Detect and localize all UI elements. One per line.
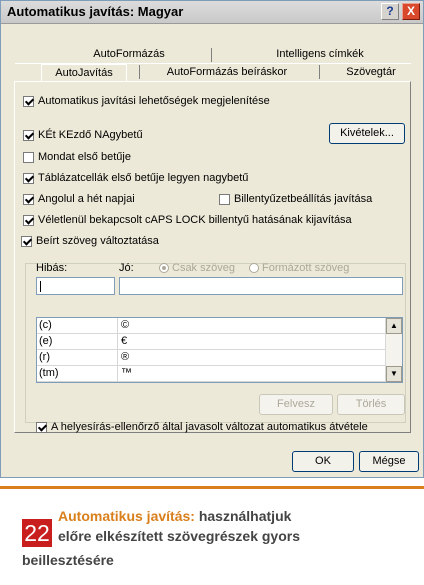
show-options-checkbox[interactable]: Automatikus javítási lehetőségek megjele…	[23, 95, 270, 107]
checkbox-label: Mondat első betűje	[38, 151, 131, 163]
checkbox-label: Véletlenül bekapcsolt cAPS LOCK billenty…	[38, 214, 352, 226]
caption-line-1: Automatikus javítás: használhatjuk	[58, 506, 291, 526]
exceptions-button[interactable]: Kivételek...	[329, 123, 405, 144]
caption-highlight: Automatikus javítás:	[58, 508, 195, 524]
tab-separator	[319, 65, 320, 79]
tab-separator	[211, 48, 212, 62]
checkbox-box[interactable]	[23, 151, 34, 163]
autocorrect-dialog: Automatikus javítás: Magyar ? X AutoForm…	[0, 0, 424, 478]
caps-lock-checkbox[interactable]: Véletlenül bekapcsolt cAPS LOCK billenty…	[23, 214, 352, 226]
tab-smart-tags[interactable]: Intelligens címkék	[235, 46, 405, 63]
radio-label: Csak szöveg	[172, 262, 235, 274]
list-item[interactable]: (r) ®	[37, 350, 402, 366]
checkbox-label: Beírt szöveg változtatása	[36, 235, 159, 247]
checkbox-label: Automatikus javítási lehetőségek megjele…	[38, 95, 270, 107]
tab-autoformat-as-you-type[interactable]: AutoFormázás beíráskor	[153, 64, 301, 81]
dialog-title: Automatikus javítás: Magyar	[7, 4, 184, 19]
checkbox-box[interactable]	[36, 421, 47, 433]
checkbox-box[interactable]	[21, 235, 32, 247]
close-button[interactable]: X	[402, 3, 420, 20]
cancel-button[interactable]: Mégse	[359, 451, 419, 472]
help-button[interactable]: ?	[381, 3, 399, 20]
keyboard-setting-checkbox[interactable]: Billentyűzetbeállítás javítása	[219, 193, 372, 205]
table-cells-checkbox[interactable]: Táblázatcellák első betűje legyen nagybe…	[23, 172, 248, 184]
close-icon: X	[406, 4, 415, 18]
right-label: Jó:	[119, 262, 134, 274]
checkbox-label: KÉt KEzdő NAgybetű	[38, 129, 143, 141]
checkbox-label: Angolul a hét napjai	[38, 193, 135, 205]
weekdays-checkbox[interactable]: Angolul a hét napjai	[23, 193, 135, 205]
checkbox-box[interactable]	[23, 129, 34, 141]
list-item-to: ®	[121, 351, 130, 363]
checkbox-box[interactable]	[219, 193, 230, 205]
caption-line-3: beillesztésére	[22, 552, 114, 568]
radio-dot[interactable]	[159, 263, 169, 273]
ok-button[interactable]: OK	[292, 451, 354, 472]
replace-text-checkbox[interactable]: Beírt szöveg változtatása	[21, 235, 162, 247]
delete-button[interactable]: Törlés	[337, 394, 405, 415]
list-item-from: (tm)	[39, 367, 59, 379]
spelling-suggestions-checkbox[interactable]: A helyesírás-ellenőrző által javasolt vá…	[36, 421, 368, 433]
replacement-list[interactable]: (c) © (e) € (r) ® (tm) ™ ▲ ▼	[36, 317, 403, 383]
list-item-from: (c)	[39, 319, 52, 331]
list-item-to: ™	[121, 367, 132, 379]
formatted-text-radio[interactable]: Formázott szöveg	[249, 262, 349, 274]
two-initial-caps-checkbox[interactable]: KÉt KEzdő NAgybetű	[23, 129, 143, 141]
column-divider	[117, 334, 118, 349]
caption-text: használhatjuk	[194, 508, 292, 524]
checkbox-box[interactable]	[23, 95, 34, 107]
column-divider	[117, 366, 118, 381]
checkbox-label: Billentyűzetbeállítás javítása	[234, 193, 373, 205]
radio-dot[interactable]	[249, 263, 259, 273]
list-item[interactable]: (e) €	[37, 334, 402, 350]
checkbox-label: A helyesírás-ellenőrző által javasolt vá…	[51, 421, 368, 433]
caption-line-2: előre elkészített szövegrészek gyors	[58, 528, 301, 544]
list-item[interactable]: (tm) ™	[37, 366, 402, 382]
list-item-to: ©	[121, 319, 130, 331]
checkbox-box[interactable]	[23, 193, 34, 205]
tab-autoformat[interactable]: AutoFormázás	[65, 46, 193, 63]
checkbox-box[interactable]	[23, 172, 34, 184]
list-item[interactable]: (c) ©	[37, 318, 402, 334]
scroll-down-icon[interactable]: ▼	[386, 366, 402, 382]
wrong-text-input[interactable]	[36, 277, 115, 295]
text-caret	[40, 281, 41, 292]
list-item-to: €	[121, 335, 128, 347]
scroll-up-icon[interactable]: ▲	[386, 318, 402, 334]
list-item-from: (e)	[39, 335, 53, 347]
tab-autotext[interactable]: Szövegtár	[331, 64, 411, 81]
plain-text-radio[interactable]: Csak szöveg	[159, 262, 235, 274]
column-divider	[117, 350, 118, 365]
radio-label: Formázott szöveg	[262, 262, 350, 274]
add-button[interactable]: Felvesz	[259, 394, 333, 415]
right-text-input[interactable]	[119, 277, 403, 295]
column-divider	[117, 318, 118, 333]
list-item-from: (r)	[39, 351, 50, 363]
help-icon: ?	[386, 4, 394, 18]
wrong-label: Hibás:	[36, 262, 68, 274]
figure-number-badge: 22	[22, 519, 52, 547]
tab-autocorrect[interactable]: AutoJavítás	[41, 64, 127, 82]
checkbox-box[interactable]	[23, 214, 34, 226]
title-bar[interactable]: Automatikus javítás: Magyar ? X	[1, 1, 423, 24]
list-scrollbar[interactable]: ▲ ▼	[385, 318, 402, 382]
tab-separator	[139, 65, 140, 79]
sentence-first-checkbox[interactable]: Mondat első betűje	[23, 151, 131, 163]
checkbox-label: Táblázatcellák első betűje legyen nagybe…	[38, 172, 249, 184]
